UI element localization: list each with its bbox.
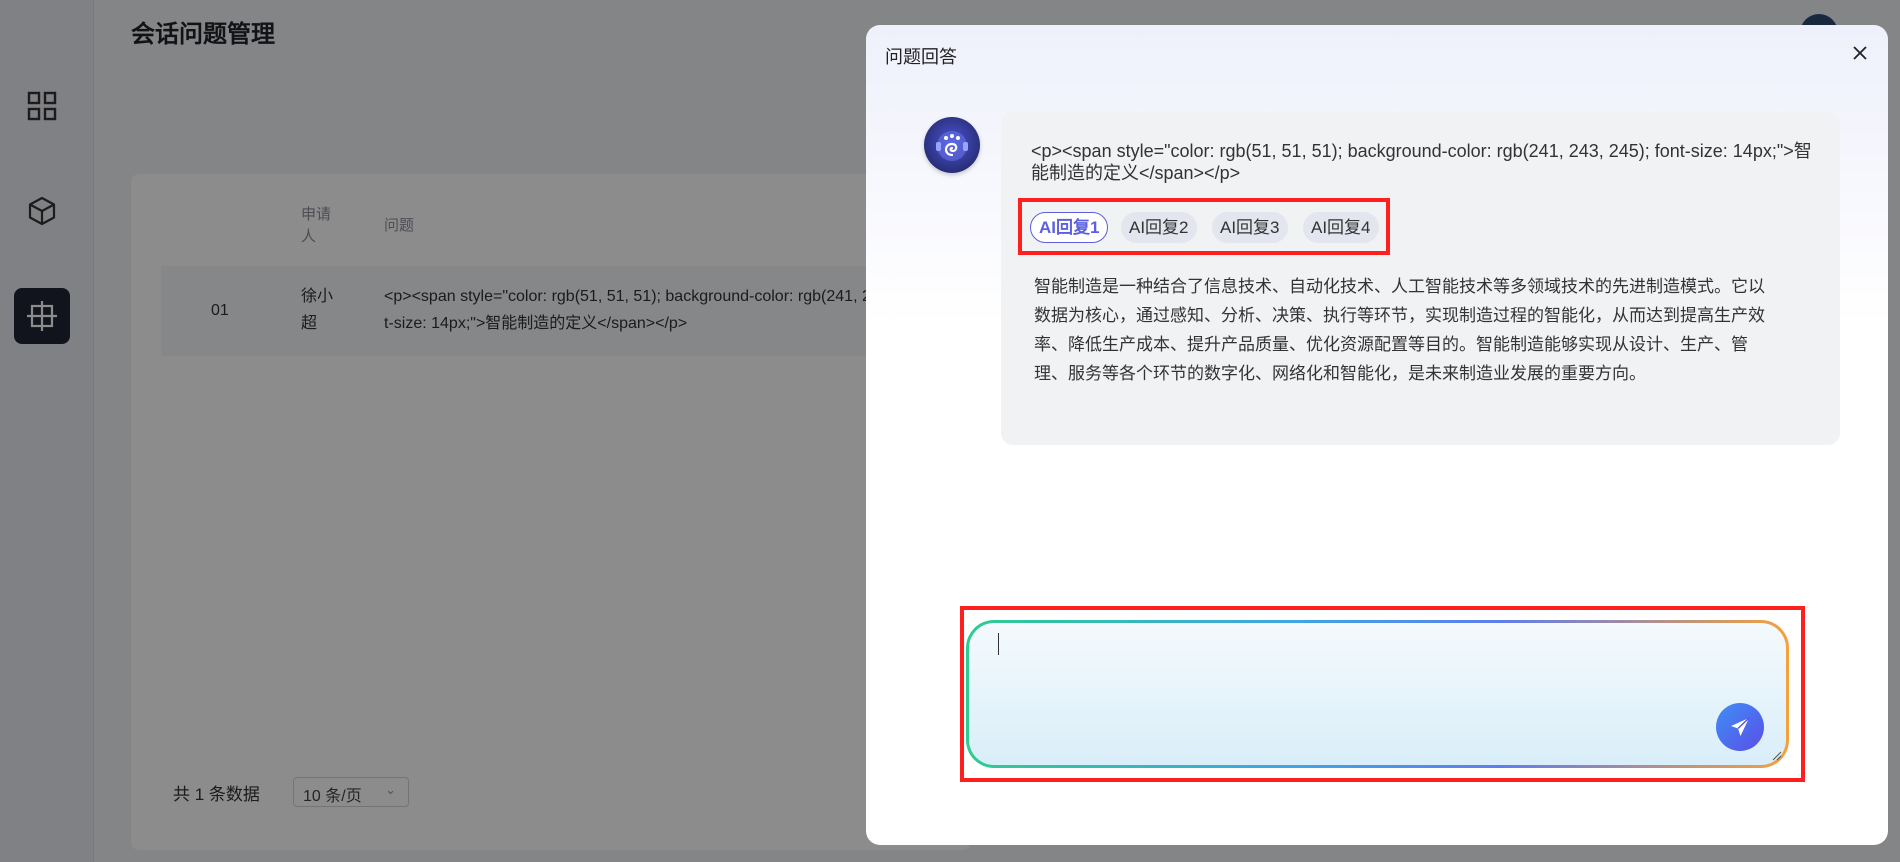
- tab-ai-reply-3[interactable]: AI回复3: [1212, 212, 1288, 243]
- answer-bubble: <p><span style="color: rgb(51, 51, 51); …: [1001, 112, 1840, 445]
- paper-plane-icon: [1731, 717, 1750, 736]
- question-text: <p><span style="color: rgb(51, 51, 51); …: [1031, 141, 1812, 183]
- answer-text: 智能制造是一种结合了信息技术、自动化技术、人工智能技术等多领域技术的先进制造模式…: [1034, 277, 1765, 383]
- tab-ai-reply-2[interactable]: AI回复2: [1121, 212, 1197, 243]
- tab-ai-reply-4[interactable]: AI回复4: [1303, 212, 1379, 243]
- close-icon: [1853, 46, 1867, 60]
- ai-reply-tabs-highlight: AI回复1 AI回复2 AI回复3 AI回复4: [1018, 198, 1390, 255]
- dialog-title: 问题回答: [885, 47, 957, 67]
- close-button[interactable]: [1846, 39, 1874, 67]
- send-button[interactable]: [1716, 703, 1764, 751]
- tab-ai-reply-1[interactable]: AI回复1: [1030, 212, 1109, 243]
- robot-avatar-icon: [924, 117, 980, 173]
- resize-handle-icon[interactable]: [1772, 751, 1782, 761]
- question-answer-dialog: 问题回答 <p><span style="color: rgb(51, 51, …: [866, 25, 1888, 845]
- chat-input[interactable]: [997, 635, 1697, 745]
- chat-input-container: [966, 620, 1789, 768]
